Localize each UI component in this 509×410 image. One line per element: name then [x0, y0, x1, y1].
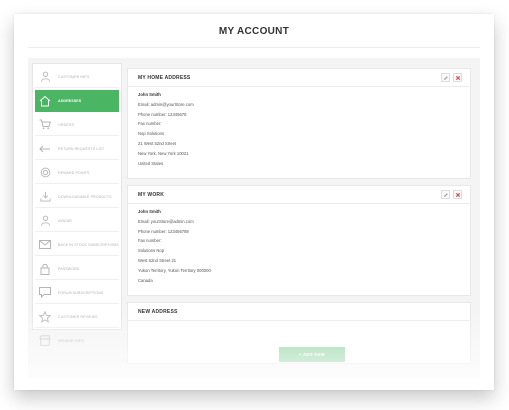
- sidebar-item-vendor-info[interactable]: Vendor info: [35, 330, 119, 351]
- address-country: Canada: [138, 277, 153, 283]
- account-sidebar: Customer info Addresses Orders Return re…: [32, 63, 122, 346]
- close-icon: [455, 192, 460, 197]
- address-card-header: MY HOME ADDRESS: [128, 69, 470, 87]
- sidebar-item-addresses[interactable]: Addresses: [35, 90, 119, 112]
- sidebar-item-label: Return requests list: [58, 146, 105, 151]
- address-name: John Smith: [138, 92, 161, 97]
- page-title: MY ACCOUNT: [218, 26, 290, 37]
- address-card: MY WORK John Smith Email: yourStore@admi…: [127, 185, 471, 296]
- store-icon: [38, 334, 52, 348]
- close-icon: [455, 75, 460, 80]
- delete-address-button[interactable]: [453, 190, 462, 199]
- sidebar-item-avatar[interactable]: Avatar: [35, 210, 119, 232]
- sidebar-item-customer-reviews[interactable]: Customer reviews: [35, 306, 119, 328]
- sidebar-item-label: Orders: [58, 122, 74, 127]
- edit-address-button[interactable]: [441, 190, 450, 199]
- address-card-header: MY WORK: [128, 186, 470, 204]
- address-city: New York, New York 10021: [138, 150, 189, 156]
- address-card-actions: [441, 190, 462, 199]
- address-name: John Smith: [138, 209, 161, 214]
- new-address-title: NEW ADDRESS: [138, 308, 178, 315]
- pencil-icon: [443, 192, 448, 197]
- address-card: MY HOME ADDRESS John Smith Email: admin@…: [127, 68, 471, 179]
- address-fax: Fax number:: [138, 238, 162, 244]
- address-city: Yukon Territory, Yukon Territory 000000: [138, 267, 211, 273]
- sidebar-item-return-requests[interactable]: Return requests list: [35, 138, 119, 160]
- new-address-header: NEW ADDRESS: [128, 303, 470, 321]
- sidebar-item-label: Customer reviews: [58, 314, 98, 319]
- sidebar-item-label: Reward points: [58, 170, 90, 175]
- sidebar-item-forum-subscriptions[interactable]: Forum subscriptions: [35, 282, 119, 304]
- home-icon: [38, 94, 52, 108]
- sidebar-item-label: Customer info: [58, 74, 90, 79]
- sidebar-item-label: Avatar: [58, 218, 72, 223]
- cart-icon: [38, 118, 52, 132]
- sidebar-item-customer-info[interactable]: Customer info: [35, 66, 119, 88]
- address-phone: Phone number: 123456789: [138, 228, 189, 234]
- address-street: 21 West 52nd Street: [138, 140, 177, 146]
- star-icon: [38, 310, 52, 324]
- user-icon: [38, 70, 52, 84]
- delete-address-button[interactable]: [453, 73, 462, 82]
- sidebar-item-label: Back in stock subscriptions: [58, 242, 119, 247]
- address-company: Nop Solutions: [138, 131, 165, 137]
- badge-icon: [38, 166, 52, 180]
- address-email: Email: admin@yourStore.com: [138, 101, 194, 107]
- download-icon: [38, 190, 52, 204]
- title-divider: [28, 47, 480, 48]
- address-email: Email: yourStore@admin.com: [138, 218, 194, 224]
- sidebar-item-orders[interactable]: Orders: [35, 114, 119, 136]
- lock-icon: [38, 262, 52, 276]
- return-arrow-icon: [38, 142, 52, 156]
- sidebar-item-label: Addresses: [58, 98, 82, 103]
- address-card-title: MY HOME ADDRESS: [138, 74, 191, 81]
- mail-icon: [38, 238, 52, 252]
- address-phone: Phone number: 12345678: [138, 111, 187, 117]
- sidebar-item-label: Password: [58, 266, 80, 271]
- address-card-body: John Smith Email: yourStore@admin.com Ph…: [128, 204, 470, 289]
- address-card-body: John Smith Email: admin@yourStore.com Ph…: [128, 87, 470, 172]
- address-card-actions: [441, 73, 462, 82]
- account-content: Customer info Addresses Orders Return re…: [28, 58, 480, 378]
- pencil-icon: [443, 75, 448, 80]
- account-window: MY ACCOUNT Customer info Addresses O: [14, 14, 494, 390]
- add-new-address-button[interactable]: + ADD NEW: [279, 347, 345, 362]
- address-company: Solutions Nop: [138, 248, 165, 254]
- chat-icon: [38, 286, 52, 300]
- address-card-title: MY WORK: [138, 191, 165, 198]
- edit-address-button[interactable]: [441, 73, 450, 82]
- sidebar-item-password[interactable]: Password: [35, 258, 119, 280]
- sidebar-item-label: Forum subscriptions: [58, 290, 104, 295]
- address-fax: Fax number:: [138, 121, 162, 127]
- sidebar-item-reward-points[interactable]: Reward points: [35, 162, 119, 184]
- address-street: West 52nd Street 21: [138, 257, 177, 263]
- sidebar-item-label: Downloadable products: [58, 194, 112, 199]
- sidebar-item-label: Vendor info: [58, 338, 85, 343]
- address-country: United States: [138, 160, 164, 166]
- avatar-icon: [38, 214, 52, 228]
- sidebar-item-back-in-stock[interactable]: Back in stock subscriptions: [35, 234, 119, 256]
- sidebar-item-downloadable-products[interactable]: Downloadable products: [35, 186, 119, 208]
